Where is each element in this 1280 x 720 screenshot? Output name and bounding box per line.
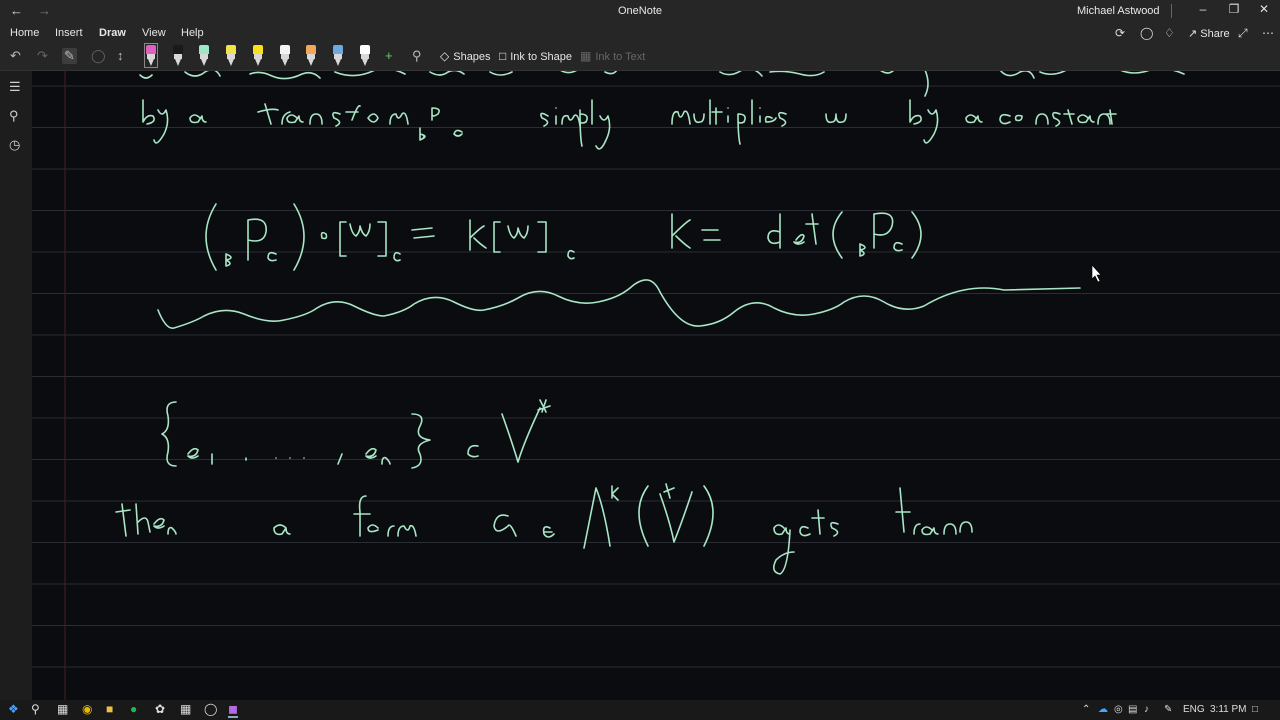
volume-icon[interactable]: ♪ [1144, 704, 1149, 715]
ink-stroke [142, 99, 409, 144]
ink-stroke [419, 107, 463, 141]
highlighter-yellow-icon[interactable] [226, 45, 237, 66]
microphone-icon[interactable]: ◎ [1114, 704, 1123, 715]
ruled-lines [32, 85, 1280, 668]
page-canvas[interactable] [32, 71, 1280, 700]
ink-stroke [540, 99, 611, 150]
share-label: Share [1200, 28, 1230, 40]
pen-black-icon[interactable] [172, 45, 183, 66]
search-icon[interactable]: ⚲ [9, 108, 19, 124]
windows-start-icon[interactable]: ❖ [8, 702, 19, 716]
ink-layer[interactable] [32, 71, 1280, 700]
ink-stroke [115, 503, 177, 537]
type-select-icon[interactable]: ✎ [62, 48, 77, 64]
title-bar: ← → OneNote Michael Astwood – ❐ ✕ [0, 0, 1280, 22]
obs-icon[interactable]: ◯ [204, 702, 217, 716]
calculator-icon[interactable]: ▦ [180, 702, 191, 716]
pen-black-pink-icon[interactable] [144, 43, 158, 68]
add-pen-icon[interactable]: + [385, 48, 393, 63]
recent-clock-icon[interactable]: ◷ [9, 137, 20, 153]
ink-to-shape-icon: □ [499, 49, 507, 63]
ink-to-text-button[interactable]: ▦ Ink to Text [580, 49, 645, 63]
tab-insert[interactable]: Insert [55, 27, 83, 39]
lasso-select-icon[interactable]: ◯ [91, 48, 106, 64]
pen-blue-icon[interactable] [332, 45, 343, 66]
ink-stroke [895, 487, 973, 536]
pen-orange-icon[interactable] [306, 45, 317, 66]
notifications-icon[interactable]: □ [1252, 704, 1258, 715]
ink-stroke [157, 279, 1081, 329]
tab-draw[interactable]: Draw [99, 27, 126, 44]
task-view-icon[interactable]: ▦ [57, 702, 68, 716]
navigation-sidebar: ☰ ⚲ ◷ [0, 71, 32, 700]
ink-stroke [161, 399, 551, 469]
pen-workspace-icon[interactable]: ✎ [1164, 704, 1172, 715]
onedrive-icon[interactable]: ☁ [1098, 704, 1108, 715]
ink-stroke [139, 71, 1185, 97]
search-taskbar-icon[interactable]: ⚲ [31, 702, 40, 716]
tray-chevron-icon[interactable]: ⌃ [1082, 704, 1090, 715]
ink-stroke [493, 483, 714, 549]
undo-icon[interactable]: ↶ [10, 48, 21, 64]
chrome-icon[interactable]: ◉ [82, 702, 92, 716]
ink-stroke [353, 495, 417, 537]
mouse-cursor-icon [1091, 264, 1102, 283]
draw-toolbar: ↶ ↷ ✎ ◯ ↕ + ⚲ ◇ Shapes □ Ink to Shape ▦ Ink… [0, 42, 1280, 71]
notebooks-icon[interactable]: ☰ [9, 79, 21, 95]
bell-icon[interactable]: ♢ [1164, 26, 1175, 40]
add-space-icon[interactable]: ↕ [117, 48, 124, 63]
windows-taskbar: ❖ ⚲ ▦ ◉ ■ ● ✿ ▦ ◯ ◼ ⌃ ☁ ◎ ▤ ♪ ✎ ENG 3:11… [0, 700, 1280, 720]
user-name[interactable]: Michael Astwood [1077, 5, 1160, 17]
tab-view[interactable]: View [142, 27, 166, 39]
pen-white-2-icon[interactable] [359, 45, 370, 66]
tab-home[interactable]: Home [10, 27, 39, 39]
ink-stroke [825, 113, 847, 124]
pen-white-icon[interactable] [279, 45, 290, 66]
steam-icon[interactable]: ✿ [155, 702, 165, 716]
onenote-icon[interactable]: ◼ [228, 702, 238, 718]
ink-stroke [273, 524, 291, 536]
ink-to-shape-button[interactable]: □ Ink to Shape [499, 49, 572, 63]
pen-mint-icon[interactable] [199, 45, 210, 66]
expand-icon[interactable]: ⤢ [1238, 26, 1248, 41]
ribbon-tabs: Home Insert Draw View Help ⟳ ◯ ♢ ↗ Share… [0, 22, 1280, 44]
ink-stroke [671, 99, 787, 145]
ink-stroke [205, 203, 575, 271]
minimize-button[interactable]: – [1188, 2, 1218, 20]
tab-help[interactable]: Help [181, 27, 204, 39]
shapes-label: Shapes [453, 51, 491, 63]
shapes-icon: ◇ [440, 49, 450, 63]
file-explorer-icon[interactable]: ■ [106, 702, 113, 716]
language-indicator[interactable]: ENG [1183, 704, 1205, 715]
ruler-icon[interactable]: ⚲ [412, 48, 422, 64]
clock-time[interactable]: 3:11 PM [1210, 704, 1247, 715]
restore-button[interactable]: ❐ [1219, 2, 1249, 20]
ink-to-shape-label: Ink to Shape [510, 51, 573, 63]
close-button[interactable]: ✕ [1249, 2, 1279, 20]
highlighter-yellow-wide-icon[interactable] [252, 45, 263, 66]
ink-stroke [909, 99, 1117, 144]
title-separator [1171, 4, 1172, 18]
ink-to-text-label: Ink to Text [595, 51, 646, 63]
sync-icon[interactable]: ⟳ [1115, 26, 1125, 40]
lightbulb-icon[interactable]: ◯ [1140, 26, 1153, 40]
network-icon[interactable]: ▤ [1128, 704, 1137, 715]
ink-stroke [671, 211, 922, 259]
share-button[interactable]: ↗ Share [1188, 27, 1230, 40]
ink-to-text-icon: ▦ [580, 49, 592, 63]
redo-icon[interactable]: ↷ [37, 48, 48, 64]
handwritten-ink [115, 71, 1185, 575]
more-options-icon[interactable]: ⋯ [1262, 26, 1274, 40]
share-icon: ↗ [1188, 28, 1201, 40]
shapes-button[interactable]: ◇ Shapes [440, 49, 491, 63]
spotify-icon[interactable]: ● [130, 702, 137, 716]
